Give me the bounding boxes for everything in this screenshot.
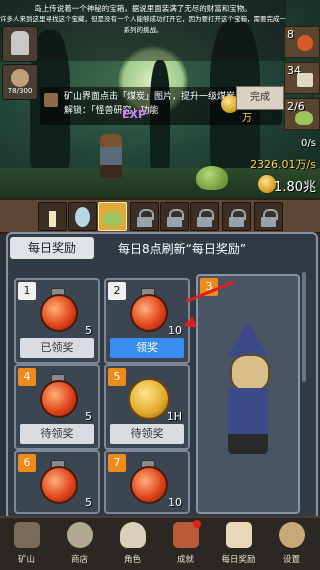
potion-icon: [297, 35, 313, 51]
witch-character: [228, 388, 268, 454]
card-quantity: 10: [168, 496, 182, 509]
daily-reward-icon: [226, 522, 252, 548]
lock-body: [197, 217, 212, 227]
locked-slot[interactable]: [130, 202, 159, 231]
egg-slot[interactable]: [68, 202, 97, 231]
nav-settings[interactable]: 设置: [265, 520, 318, 568]
nav-label: 设置: [282, 555, 300, 565]
locked-slot[interactable]: [254, 202, 283, 231]
nav-character[interactable]: 角色: [106, 520, 159, 568]
skull-icon: [120, 522, 146, 548]
pending-button[interactable]: 待领奖: [110, 424, 184, 444]
card-quantity: 10: [168, 324, 182, 337]
shop-icon: [67, 522, 93, 548]
card-quantity: 5: [85, 410, 92, 423]
mine-icon: [14, 522, 40, 548]
right-slot-1-count: 8: [287, 28, 294, 41]
nav-shop[interactable]: 商店: [53, 520, 106, 568]
reward-card-5[interactable]: 5 1H 待领奖: [104, 364, 190, 450]
claim-button[interactable]: 领奖: [110, 338, 184, 358]
gold-coin-icon: [128, 378, 170, 420]
announcement-line1: 岛上传说着一个神秘的宝箱，据说里面装满了无尽的财富和宝物。: [34, 4, 252, 13]
reward-card-2[interactable]: 2 10 领奖: [104, 278, 190, 364]
nav-label: 成就: [176, 555, 194, 565]
card-quantity: 5: [85, 496, 92, 509]
potion-icon: [40, 380, 78, 418]
nav-daily-reward[interactable]: 每日奖励: [212, 520, 265, 568]
complete-button[interactable]: 完成: [236, 86, 284, 110]
slime-icon: [295, 111, 313, 125]
lock-body: [137, 217, 152, 227]
witch-face: [230, 354, 270, 392]
card-number: 7: [108, 454, 126, 472]
item-toolbar: [0, 198, 320, 234]
card-quantity: 5: [85, 324, 92, 337]
slime-slot[interactable]: [98, 202, 127, 231]
locked-slot[interactable]: [190, 202, 219, 231]
nav-achievement[interactable]: 成就: [159, 520, 212, 568]
locked-slot[interactable]: [222, 202, 251, 231]
exp-label: EXP: [122, 108, 147, 121]
notification-dot: [193, 520, 201, 528]
reward-card-7[interactable]: 7 10: [104, 450, 190, 514]
card-number: 2: [108, 282, 126, 300]
announcement-line2: 许多人来到这里寻找这个宝藏，但是没有一个人能够成功打开它，因为要打开这个宝箱，需…: [0, 15, 286, 34]
lock-body: [229, 217, 244, 227]
tab-daily-reward[interactable]: 每日奖励: [10, 237, 94, 259]
gold-per-second: 2326.01万/s: [250, 158, 316, 171]
nav-mine[interactable]: 矿山: [0, 520, 53, 568]
candle-icon: [49, 211, 56, 227]
slime-monster[interactable]: [196, 166, 228, 190]
settings-gear-icon: [279, 522, 305, 548]
card-number: 5: [108, 368, 126, 386]
right-slot-2[interactable]: 34: [284, 62, 320, 94]
nav-label: 矿山: [17, 555, 35, 565]
nav-label: 角色: [123, 555, 141, 565]
refresh-notice: 每日8点刷新“每日奖励”: [118, 242, 247, 256]
card-number: 1: [18, 282, 36, 300]
total-gold: 1.80兆: [274, 180, 316, 195]
card-number: 6: [18, 454, 36, 472]
character-avatar-slot[interactable]: [2, 26, 38, 62]
right-slot-3[interactable]: 2/6: [284, 98, 320, 130]
quest-icon: [44, 93, 58, 107]
lock-body: [167, 217, 182, 227]
egg-icon: [75, 207, 90, 227]
nav-label: 每日奖励: [221, 555, 256, 565]
witch-hat: [228, 322, 268, 356]
pending-button[interactable]: 待领奖: [20, 424, 94, 444]
story-announcement: 岛上传说着一个神秘的宝箱，据说里面装满了无尽的财富和宝物。 许多人来到这里寻找这…: [0, 0, 286, 61]
locked-slot[interactable]: [160, 202, 189, 231]
claimed-button[interactable]: 已领奖: [20, 338, 94, 358]
lock-body: [261, 217, 276, 227]
card-quantity: 1H: [166, 410, 182, 423]
pet-icon: [11, 69, 29, 87]
potion-icon: [130, 466, 168, 504]
potion-icon: [40, 466, 78, 504]
hero-character: [100, 134, 122, 178]
hp-label: 78/300: [7, 87, 33, 95]
reward-card-4[interactable]: 4 5 待领奖: [14, 364, 100, 450]
right-slot-1[interactable]: 8: [284, 26, 320, 58]
rate-value: 0/s: [301, 138, 316, 149]
potion-icon: [40, 294, 78, 332]
card-number: 4: [18, 368, 36, 386]
nav-label: 商店: [70, 555, 88, 565]
knight-icon: [11, 31, 29, 55]
pet-slot[interactable]: 78/300: [2, 64, 38, 100]
scroll-item-icon: [297, 73, 313, 87]
reward-card-3[interactable]: 3: [196, 274, 300, 514]
reward-card-6[interactable]: 6 5: [14, 450, 100, 514]
slime-icon: [103, 211, 122, 226]
candle-slot[interactable]: [38, 202, 67, 231]
bottom-nav: 矿山 商店 角色 成就 每日奖励 设置: [0, 516, 320, 570]
potion-icon: [130, 294, 168, 332]
reward-card-1[interactable]: 1 5 已领奖: [14, 278, 100, 364]
panel-scrollbar[interactable]: [302, 272, 306, 382]
